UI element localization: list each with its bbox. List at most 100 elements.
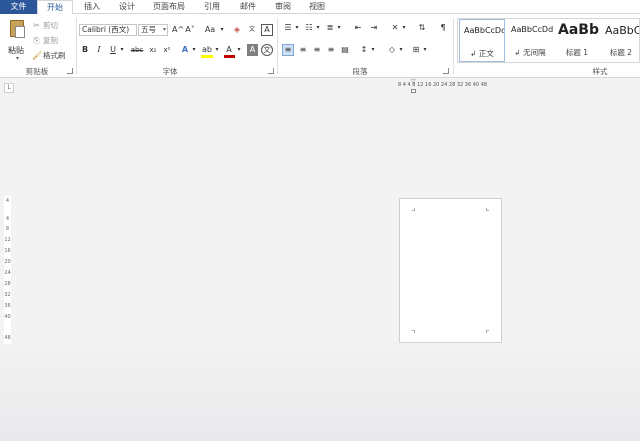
tab-file[interactable]: 文件: [0, 0, 37, 14]
tab-references[interactable]: 引用: [197, 0, 227, 14]
ruler-mark: 16: [4, 248, 11, 254]
chevron-down-icon[interactable]: ▾: [219, 24, 225, 36]
line-spacing-icon[interactable]: ↕: [358, 44, 370, 56]
font-launcher-icon[interactable]: [268, 68, 274, 74]
vertical-ruler[interactable]: 4 4 8 12 16 20 24 28 32 36 40 48: [4, 196, 11, 344]
format-painter-button[interactable]: 🖌格式刷: [32, 50, 66, 61]
character-shading-button[interactable]: A: [247, 44, 258, 56]
ruler-mark: 4: [5, 198, 10, 204]
font-size-combo[interactable]: 五号 ▾: [138, 24, 168, 36]
underline-button[interactable]: U: [108, 44, 118, 56]
clipboard-launcher-icon[interactable]: [67, 68, 73, 74]
chevron-down-icon[interactable]: ▾: [236, 44, 242, 56]
style-sample: AaBb: [558, 22, 599, 38]
tab-home[interactable]: 开始: [37, 0, 73, 15]
chevron-down-icon[interactable]: ▾: [214, 44, 220, 56]
clear-formatting-icon[interactable]: ◈: [231, 24, 243, 36]
font-name-combo[interactable]: Calibri (西文): [79, 24, 137, 36]
bullets-icon[interactable]: ☰: [282, 22, 294, 34]
style-heading-2[interactable]: AaBbC 标题 2: [601, 19, 640, 62]
style-name: ↲ 正文: [470, 49, 494, 58]
style-normal[interactable]: AaBbCcDd ↲ 正文: [459, 19, 505, 62]
text-effects-button[interactable]: A: [180, 44, 190, 56]
tab-selector[interactable]: L: [4, 83, 14, 93]
asian-layout-icon[interactable]: ✕: [389, 22, 401, 34]
chevron-down-icon[interactable]: ▾: [370, 44, 376, 56]
paragraph-group-label: 段落: [352, 67, 368, 76]
character-border-icon[interactable]: A: [261, 24, 273, 36]
tab-review[interactable]: 审阅: [268, 0, 298, 14]
chevron-down-icon: ▾: [162, 26, 166, 33]
increase-indent-icon[interactable]: ⇥: [368, 22, 380, 34]
tab-insert[interactable]: 插入: [77, 0, 107, 14]
crop-mark: [412, 330, 415, 333]
chevron-down-icon[interactable]: ▾: [398, 44, 404, 56]
ruler-mark: 28: [4, 281, 11, 287]
divider: [277, 18, 278, 74]
style-name: 标题 2: [609, 48, 633, 57]
left-indent-handle[interactable]: [411, 89, 416, 93]
font-group-label: 字体: [162, 67, 178, 76]
align-left-icon[interactable]: ≡: [282, 44, 294, 56]
subscript-button[interactable]: x₂: [147, 44, 159, 56]
chevron-down-icon[interactable]: ▾: [422, 44, 428, 56]
crop-mark: [486, 330, 489, 333]
show-marks-icon[interactable]: ¶: [437, 22, 449, 34]
document-page[interactable]: [399, 198, 502, 343]
enclose-characters-button[interactable]: 文: [261, 44, 273, 56]
numbering-icon[interactable]: ☷: [303, 22, 315, 34]
ribbon-tab-bar: 文件 开始 插入 设计 页面布局 引用 邮件 审阅 视图: [0, 0, 640, 15]
crop-mark: [486, 208, 489, 211]
chevron-down-icon[interactable]: ▾: [294, 22, 300, 34]
ruler-mark: 24: [4, 270, 11, 276]
borders-icon[interactable]: ⊞: [410, 44, 422, 56]
style-sample: AaBbCcDd: [464, 26, 505, 35]
grow-font-button[interactable]: A^: [172, 24, 184, 36]
align-center-icon[interactable]: ≡: [297, 44, 309, 56]
document-workspace[interactable]: [0, 79, 640, 441]
ruler-mark: 32: [4, 292, 11, 298]
style-no-spacing[interactable]: AaBbCcDd ↲ 无间隔: [507, 19, 553, 62]
cut-button[interactable]: ✂ 剪切: [32, 20, 58, 31]
ruler-mark: 4: [5, 216, 10, 222]
scissors-icon: ✂: [33, 21, 40, 30]
ruler-mark: 12: [4, 237, 11, 243]
shrink-font-button[interactable]: A˅: [185, 24, 195, 36]
bold-button[interactable]: B: [80, 44, 90, 56]
shading-icon[interactable]: ◇: [386, 44, 398, 56]
paragraph-launcher-icon[interactable]: [443, 68, 449, 74]
tab-design[interactable]: 设计: [112, 0, 142, 14]
italic-button[interactable]: I: [94, 44, 104, 56]
paste-button[interactable]: 粘贴 ▾: [4, 18, 28, 62]
copy-label: 复制: [43, 36, 58, 45]
chevron-down-icon[interactable]: ▾: [315, 22, 321, 34]
strikethrough-button[interactable]: abc: [130, 44, 144, 56]
ribbon-home: 粘贴 ▾ ✂ 剪切 ⎘ 复制 🖌格式刷 剪贴板 Calibri (西文) 五号 ▾ …: [0, 14, 640, 78]
sort-icon[interactable]: ⇅: [416, 22, 428, 34]
chevron-down-icon[interactable]: ▾: [119, 44, 125, 56]
chevron-down-icon[interactable]: ▾: [191, 44, 197, 56]
superscript-button[interactable]: x²: [161, 44, 173, 56]
ruler-mark: 40: [4, 314, 11, 320]
tab-view[interactable]: 视图: [302, 0, 332, 14]
phonetic-guide-icon[interactable]: 文: [246, 24, 258, 36]
crop-mark: [412, 208, 415, 211]
style-sample: AaBbC: [605, 24, 640, 37]
align-right-icon[interactable]: ≡: [311, 44, 323, 56]
chevron-down-icon[interactable]: ▾: [16, 55, 19, 62]
chevron-down-icon[interactable]: ▾: [401, 22, 407, 34]
format-painter-label: 格式刷: [43, 51, 66, 60]
distributed-icon[interactable]: ▤: [339, 44, 351, 56]
tab-page-layout[interactable]: 页面布局: [148, 0, 190, 14]
change-case-button[interactable]: Aa: [203, 24, 217, 36]
justify-icon[interactable]: ≡: [325, 44, 337, 56]
decrease-indent-icon[interactable]: ⇤: [352, 22, 364, 34]
tab-mailings[interactable]: 邮件: [233, 0, 263, 14]
style-heading-1[interactable]: AaBb 标题 1: [554, 19, 600, 62]
styles-group-label: 样式: [592, 67, 608, 76]
multilevel-list-icon[interactable]: ≣: [324, 22, 336, 34]
highlight-color-swatch: [201, 55, 213, 58]
styles-gallery: AaBbCcDd ↲ 正文 AaBbCcDd ↲ 无间隔 AaBb 标题 1 A…: [457, 18, 640, 63]
chevron-down-icon[interactable]: ▾: [336, 22, 342, 34]
copy-button[interactable]: ⎘ 复制: [32, 35, 58, 46]
